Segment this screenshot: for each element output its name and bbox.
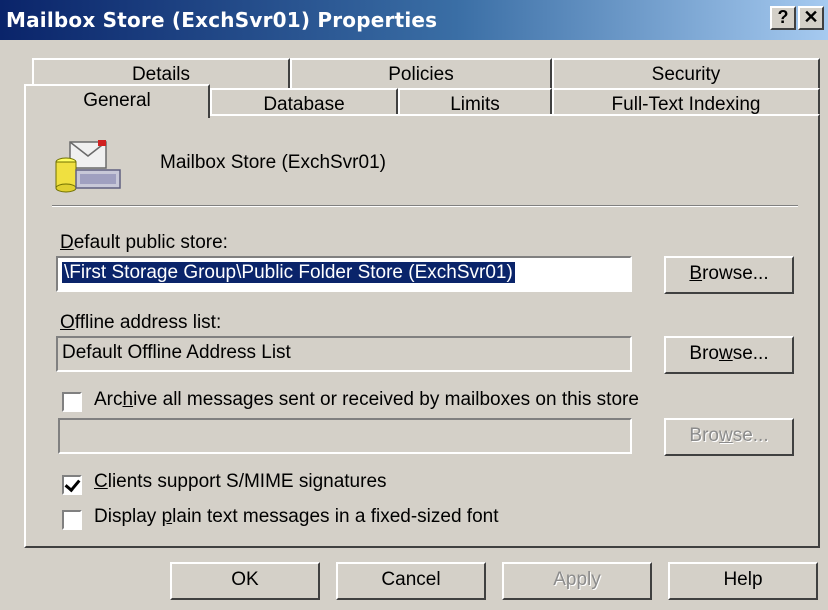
plain-text-checkbox[interactable] — [62, 510, 82, 530]
offline-address-list-label: Offline address list: — [60, 312, 222, 333]
plain-text-label[interactable]: Display plain text messages in a fixed-s… — [94, 506, 499, 528]
ok-button[interactable]: OK — [170, 562, 320, 600]
properties-dialog: Mailbox Store (ExchSvr01) Properties ? ✕… — [0, 0, 828, 610]
separator — [52, 205, 798, 207]
mailbox-store-icon — [50, 138, 126, 194]
store-name-label: Mailbox Store (ExchSvr01) — [160, 152, 386, 173]
archive-label[interactable]: Archive all messages sent or received by… — [94, 389, 639, 411]
cancel-button[interactable]: Cancel — [336, 562, 486, 600]
default-public-store-field[interactable]: \First Storage Group\Public Folder Store… — [56, 256, 632, 292]
smime-label[interactable]: Clients support S/MIME signatures — [94, 471, 387, 493]
offline-address-list-field: Default Offline Address List — [56, 336, 632, 372]
tab-database[interactable]: Database — [210, 88, 398, 116]
tab-general[interactable]: General — [24, 84, 210, 118]
default-public-store-label-text: efault public store: — [73, 232, 228, 253]
browse-offline-address-list-button[interactable]: Browse... — [664, 336, 794, 374]
browse-public-store-button[interactable]: Browse... — [664, 256, 794, 294]
browse-archive-button: Browse... — [664, 418, 794, 456]
archive-checkbox[interactable] — [62, 392, 82, 412]
tab-limits[interactable]: Limits — [398, 88, 552, 116]
default-public-store-label: Default public store: — [60, 232, 228, 253]
close-icon[interactable]: ✕ — [798, 6, 824, 30]
apply-button: Apply — [502, 562, 652, 600]
tab-security[interactable]: Security — [552, 58, 820, 88]
smime-checkbox[interactable] — [62, 475, 82, 495]
help-title-button[interactable]: ? — [770, 6, 796, 30]
window-title: Mailbox Store (ExchSvr01) Properties — [6, 8, 438, 32]
archive-recipient-field — [58, 418, 632, 454]
tab-full-text-indexing[interactable]: Full-Text Indexing — [552, 88, 820, 116]
tab-policies[interactable]: Policies — [290, 58, 552, 88]
title-bar[interactable]: Mailbox Store (ExchSvr01) Properties ? ✕ — [0, 0, 828, 40]
help-button[interactable]: Help — [668, 562, 818, 600]
